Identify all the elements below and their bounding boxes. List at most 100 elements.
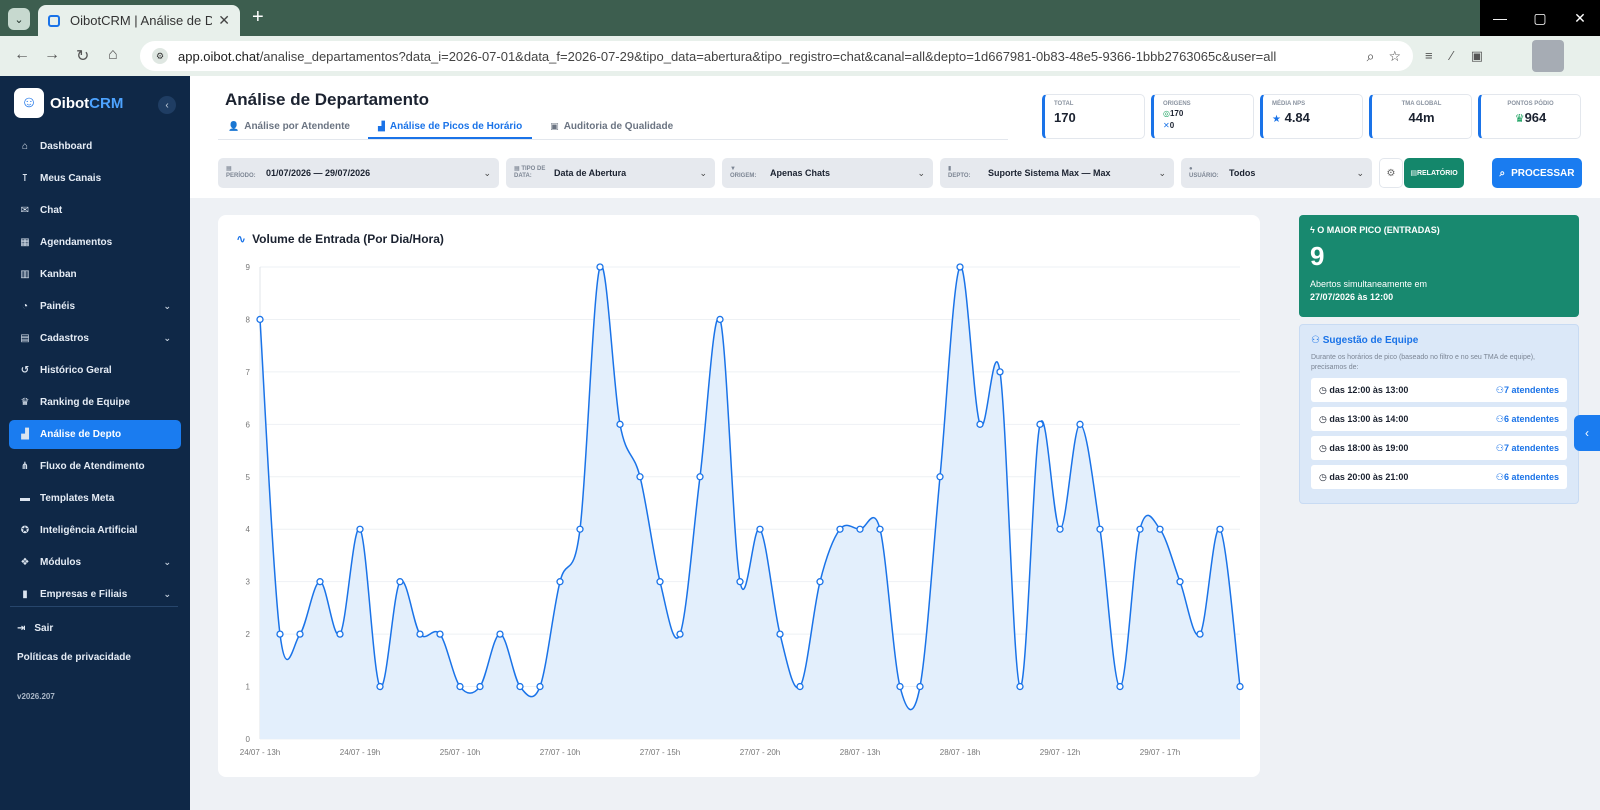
data-point bbox=[796, 682, 804, 691]
data-point bbox=[316, 578, 324, 586]
sidebar-item[interactable]: ▤ Cadastros ⌄ bbox=[9, 324, 181, 353]
kpi-label: PONTOS PÓDIO bbox=[1507, 101, 1554, 107]
x-tick-label: 28/07 - 18h bbox=[940, 748, 980, 757]
data-point bbox=[416, 630, 424, 638]
page-tabs: 👤 Análise por Atendente ▟ Análise de Picos … bbox=[218, 116, 1008, 140]
peak-value: 9 bbox=[1310, 241, 1325, 271]
data-point bbox=[956, 263, 964, 271]
puzzle-icon[interactable]: ▣ bbox=[1471, 48, 1483, 64]
data-point bbox=[1196, 630, 1204, 638]
origin-select[interactable]: ▼ ORIGEM: Apenas Chats ⌄ bbox=[722, 158, 933, 188]
sidebar-item-label: Templates Meta bbox=[40, 493, 115, 504]
data-point bbox=[616, 420, 624, 428]
sidebar-item[interactable]: ▬ Templates Meta bbox=[9, 484, 181, 513]
slot-count: ⚇6 atendentes bbox=[1495, 413, 1559, 424]
date-type-value: Data de Abertura bbox=[554, 168, 627, 178]
period-value: 01/07/2026 — 29/07/2026 bbox=[266, 168, 371, 178]
minimize-button[interactable]: — bbox=[1480, 0, 1520, 36]
maximize-button[interactable]: ▢ bbox=[1520, 0, 1560, 36]
user-icon: ⚇ bbox=[1495, 442, 1504, 453]
logout-link[interactable]: ⇥ Sair bbox=[17, 623, 53, 634]
page-tab[interactable]: ▣ Auditoria de Qualidade bbox=[540, 116, 683, 139]
template-icon: ▬ bbox=[20, 493, 30, 504]
url-text[interactable]: app.oibot.chat/analise_departamentos?dat… bbox=[178, 49, 1353, 64]
sidebar-item-label: Meus Canais bbox=[40, 173, 102, 184]
close-window-button[interactable]: ✕ bbox=[1560, 0, 1600, 36]
tab-search-button[interactable]: ⌄ bbox=[8, 8, 30, 30]
sidebar-item-label: Cadastros bbox=[40, 333, 89, 344]
sidebar-item-label: Análise de Depto bbox=[40, 429, 122, 440]
sidebar-item[interactable]: ♛ Ranking de Equipe bbox=[9, 388, 181, 417]
data-point bbox=[656, 578, 664, 586]
logo[interactable]: ☺ OibotCRM bbox=[14, 88, 123, 118]
sidebar-item-label: Empresas e Filiais bbox=[40, 589, 128, 600]
site-info-icon[interactable]: ⚙ bbox=[152, 48, 168, 64]
process-button[interactable]: ⌕ PROCESSAR bbox=[1492, 158, 1582, 188]
sidebar-item[interactable]: ▮ Empresas e Filiais ⌄ bbox=[9, 580, 181, 609]
side-panel-toggle[interactable]: ‹ bbox=[1574, 415, 1600, 451]
privacy-link[interactable]: Políticas de privacidade bbox=[17, 652, 131, 663]
report-button[interactable]: ▤ RELATÓRIO bbox=[1404, 158, 1464, 188]
department-select[interactable]: ▮ DEPTO: Suporte Sistema Max — Max ⌄ bbox=[940, 158, 1174, 188]
origins-whatsapp-count: 170 bbox=[1169, 109, 1184, 118]
data-point bbox=[336, 630, 344, 638]
page-title: Análise de Departamento bbox=[225, 90, 430, 109]
sidebar-item[interactable]: ⊺ Meus Canais bbox=[9, 164, 181, 193]
data-point bbox=[816, 578, 824, 586]
data-point bbox=[1096, 525, 1104, 533]
sidebar-item[interactable]: ❖ Módulos ⌄ bbox=[9, 548, 181, 577]
browser-tab[interactable]: OibotCRM | Análise de Departa ✕ bbox=[38, 5, 240, 36]
zoom-icon[interactable]: ⌕ bbox=[1367, 48, 1375, 65]
chevron-down-icon: ⌄ bbox=[1158, 167, 1166, 178]
calendar-icon: ▦ bbox=[20, 237, 30, 248]
chevron-down-icon: ⌄ bbox=[483, 167, 491, 178]
sidebar-item[interactable]: ◔ Painéis ⌄ bbox=[9, 292, 181, 321]
clock-icon: ◷ bbox=[1319, 471, 1330, 482]
data-point bbox=[916, 682, 924, 691]
browser-toolbar: ← → ↻ ⌂ ⚙ app.oibot.chat/analise_departa… bbox=[0, 36, 1600, 76]
sidebar-item-label: Módulos bbox=[40, 557, 82, 568]
home-button[interactable]: ⌂ bbox=[108, 46, 118, 64]
page-tab[interactable]: 👤 Análise por Atendente bbox=[218, 116, 360, 139]
kpi-tma: TMA GLOBAL 44m bbox=[1369, 94, 1472, 139]
sidebar-item[interactable]: ⋔ Fluxo de Atendimento bbox=[9, 452, 181, 481]
collapse-sidebar-button[interactable]: ‹ bbox=[158, 96, 176, 114]
page-tab[interactable]: ▟ Análise de Picos de Horário bbox=[367, 116, 533, 139]
profile-avatar[interactable] bbox=[1532, 40, 1564, 72]
page-tab-label: Auditoria de Qualidade bbox=[563, 121, 674, 132]
page-header: Análise de Departamento 👤 Análise por Ate… bbox=[190, 76, 1600, 198]
sidebar-item[interactable]: ✉ Chat bbox=[9, 196, 181, 225]
sidebar-item[interactable]: ✪ Inteligência Artificial bbox=[9, 516, 181, 545]
chevron-down-icon: ⌄ bbox=[163, 333, 171, 343]
period-select[interactable]: ▦ PERÍODO: 01/07/2026 — 29/07/2026 ⌄ bbox=[218, 158, 499, 188]
settings-gear-button[interactable]: ⚙ bbox=[1379, 158, 1403, 188]
user-select[interactable]: ● USUÁRIO: Todos ⌄ bbox=[1181, 158, 1372, 188]
sidebar-item-label: Painéis bbox=[40, 301, 76, 312]
sidebar-item[interactable]: ↺ Histórico Geral bbox=[9, 356, 181, 385]
sidebar-item[interactable]: ▥ Kanban bbox=[9, 260, 181, 289]
extension-icon[interactable]: ⁄ bbox=[1451, 48, 1453, 64]
tab-close-icon[interactable]: ✕ bbox=[218, 12, 230, 29]
sidebar-item[interactable]: ⌂ Dashboard bbox=[9, 132, 181, 161]
sidebar-item[interactable]: ▟ Análise de Depto bbox=[9, 420, 181, 449]
back-button[interactable]: ← bbox=[14, 46, 30, 64]
kpi-label: TOTAL bbox=[1054, 101, 1074, 107]
bookmark-star-icon[interactable]: ☆ bbox=[1388, 48, 1401, 65]
slot-time: ◷ das 20:00 às 21:00 bbox=[1319, 471, 1409, 482]
x-tick-label: 29/07 - 12h bbox=[1040, 748, 1080, 757]
sidebar-item[interactable]: ▦ Agendamentos bbox=[9, 228, 181, 257]
address-bar[interactable]: ⚙ app.oibot.chat/analise_departamentos?d… bbox=[140, 41, 1413, 71]
data-point bbox=[456, 682, 464, 691]
forward-button[interactable]: → bbox=[44, 46, 60, 64]
filter-bar: ▦ PERÍODO: 01/07/2026 — 29/07/2026 ⌄ ▦ TI… bbox=[218, 158, 1464, 188]
star-icon: ★ bbox=[1272, 114, 1281, 125]
date-type-select[interactable]: ▦ TIPO DE DATA: Data de Abertura ⌄ bbox=[506, 158, 715, 188]
team-suggestion-card: ⚇ Sugestão de Equipe Durante os horários… bbox=[1299, 324, 1579, 504]
new-tab-button[interactable]: + bbox=[252, 6, 264, 29]
data-point bbox=[676, 630, 684, 638]
kpi-label: ORIGENS bbox=[1163, 101, 1191, 107]
data-point bbox=[356, 525, 364, 533]
reload-button[interactable]: ↻ bbox=[76, 46, 89, 66]
extension-icon[interactable]: ≡ bbox=[1425, 48, 1433, 64]
clock-icon: ◷ bbox=[1319, 442, 1330, 453]
